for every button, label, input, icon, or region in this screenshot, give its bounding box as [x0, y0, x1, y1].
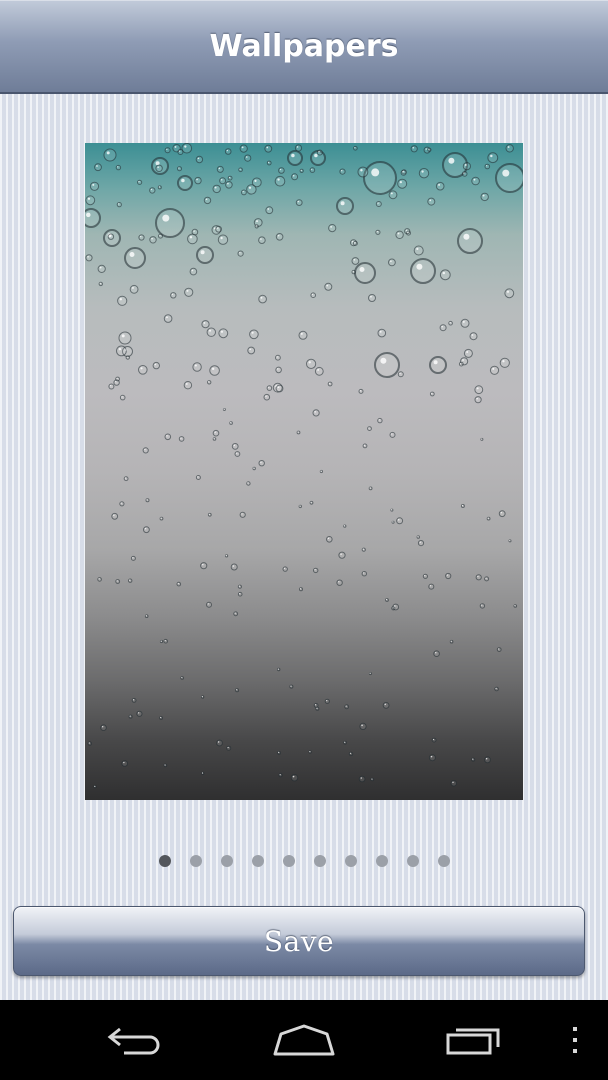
back-arrow-icon — [107, 1027, 160, 1055]
page-dot[interactable] — [406, 855, 419, 867]
page-dot[interactable] — [189, 855, 202, 867]
page-dot[interactable] — [375, 855, 388, 867]
page-dot[interactable] — [220, 855, 233, 867]
home-icon — [273, 1024, 335, 1056]
page-dot[interactable] — [158, 855, 171, 867]
save-button-label: Save — [263, 924, 335, 958]
recent-apps-button[interactable] — [435, 1000, 515, 1080]
page-dot[interactable] — [344, 855, 357, 867]
page-dot[interactable] — [313, 855, 326, 867]
wallpaper-preview-image[interactable] — [85, 143, 523, 800]
title-bar: Wallpapers — [0, 0, 608, 94]
overflow-menu-button[interactable] — [560, 1000, 590, 1080]
home-button[interactable] — [264, 1000, 344, 1080]
recent-apps-icon — [446, 1028, 500, 1055]
page-indicator — [0, 853, 608, 869]
raindrops-wallpaper-image — [85, 143, 523, 789]
page-dot[interactable] — [251, 855, 264, 867]
page-dot[interactable] — [282, 855, 295, 867]
navigation-bar — [0, 1000, 608, 1080]
page-dot[interactable] — [437, 855, 450, 867]
save-button[interactable]: Save — [13, 906, 585, 976]
page-title: Wallpapers — [209, 28, 399, 64]
back-button[interactable] — [95, 1000, 175, 1080]
wallpaper-screen: Wallpapers Save — [0, 0, 608, 1000]
overflow-menu-icon — [573, 1027, 577, 1053]
